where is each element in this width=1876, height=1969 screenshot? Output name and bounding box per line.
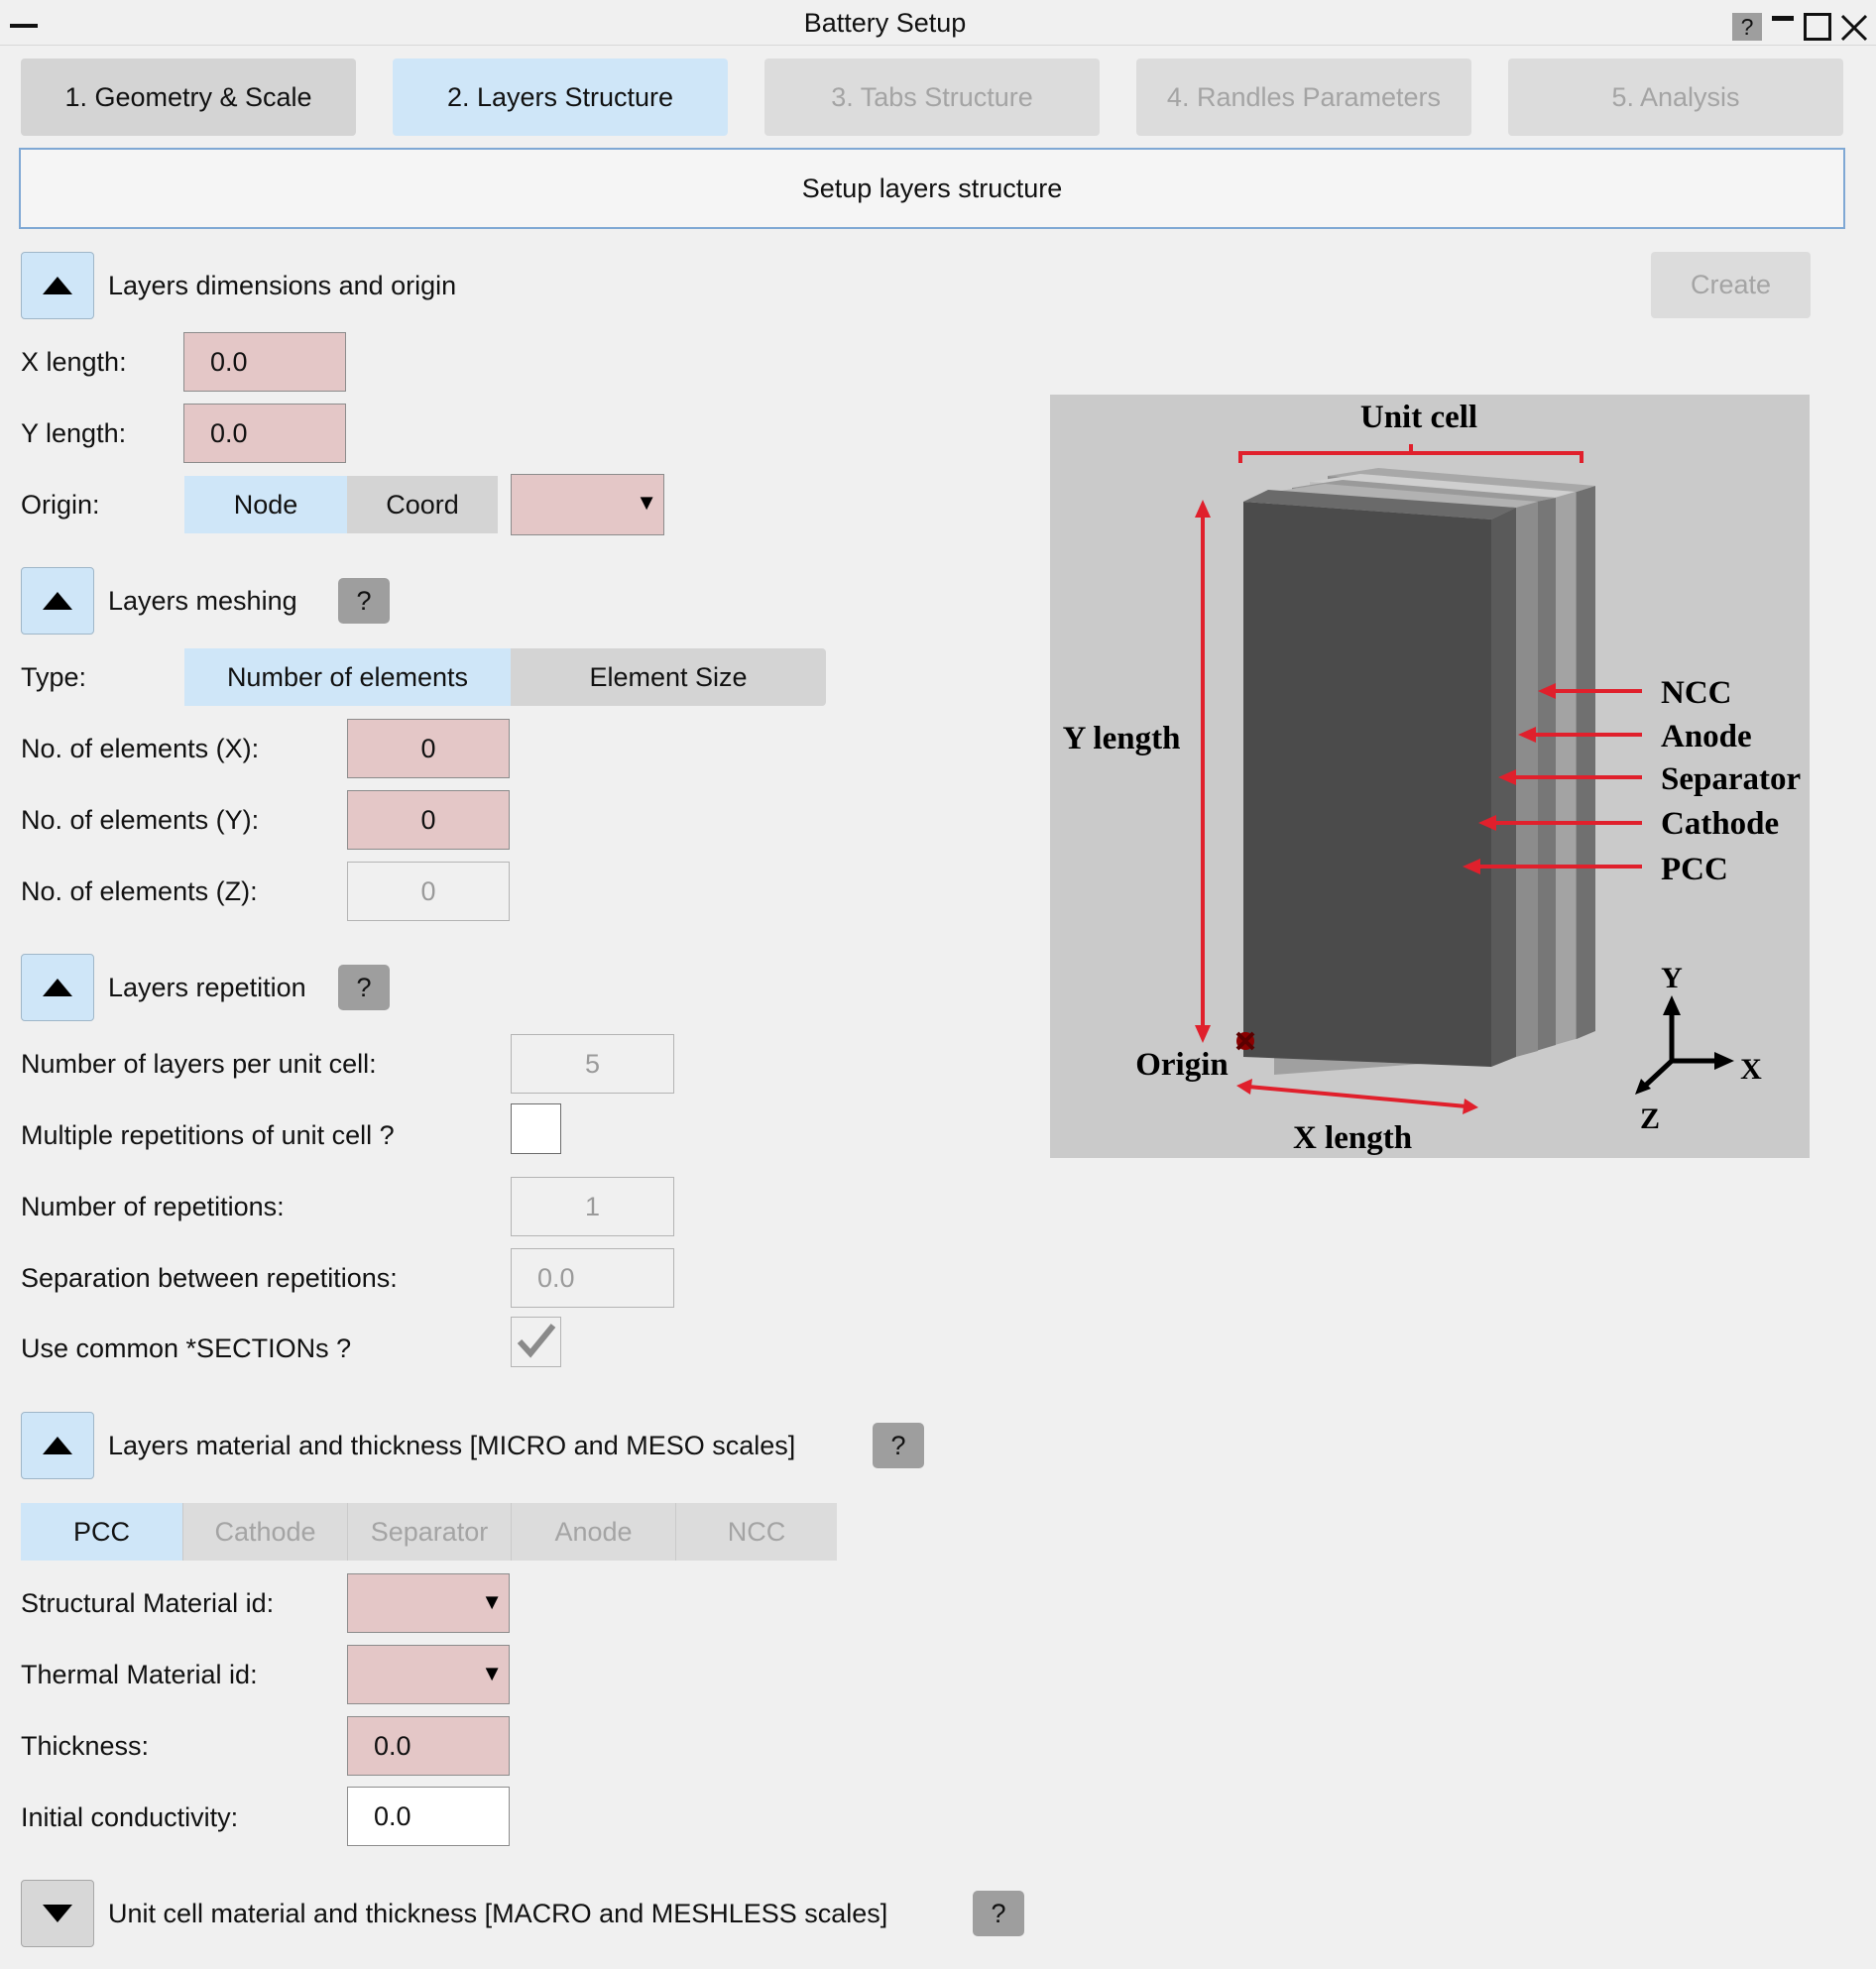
tab-tabs-structure[interactable]: 3. Tabs Structure xyxy=(764,58,1100,136)
tab-layers-structure[interactable]: 2. Layers Structure xyxy=(393,58,728,136)
material-help-button[interactable]: ? xyxy=(873,1423,924,1468)
minimize-icon[interactable] xyxy=(1772,16,1794,21)
chevron-up-icon xyxy=(43,592,72,610)
repetition-help-button[interactable]: ? xyxy=(338,965,390,1010)
multiple-repetitions-label: Multiple repetitions of unit cell ? xyxy=(21,1120,395,1150)
tab-analysis[interactable]: 5. Analysis xyxy=(1508,58,1843,136)
expand-unitcell-button[interactable] xyxy=(21,1880,94,1947)
layer-tab-anode[interactable]: Anode xyxy=(511,1503,675,1561)
common-sections-label: Use common *SECTIONs ? xyxy=(21,1333,352,1363)
section-unitcell-title: Unit cell material and thickness [MACRO … xyxy=(108,1899,888,1928)
section-repetition-title: Layers repetition xyxy=(108,973,306,1002)
num-repetitions-input[interactable]: 1 xyxy=(511,1177,674,1236)
create-button[interactable]: Create xyxy=(1651,252,1811,318)
title-bar: Battery Setup ? xyxy=(0,0,1876,46)
unitcell-help-button[interactable]: ? xyxy=(973,1891,1024,1936)
collapse-material-button[interactable] xyxy=(21,1412,94,1479)
diagram-axis-z: Z xyxy=(1640,1102,1660,1135)
diagram-origin-label: Origin xyxy=(1135,1047,1229,1083)
window-title: Battery Setup xyxy=(803,8,967,38)
diagram-layer-separator: Separator xyxy=(1661,761,1801,797)
dropdown-arrow-icon: ▼ xyxy=(636,490,657,515)
tab-randles-parameters[interactable]: 4. Randles Parameters xyxy=(1136,58,1471,136)
thickness-label: Thickness: xyxy=(21,1731,150,1761)
x-length-label: X length: xyxy=(21,347,127,377)
multiple-repetitions-checkbox[interactable] xyxy=(511,1103,561,1154)
checkmark-icon xyxy=(517,1324,556,1358)
section-meshing-title: Layers meshing xyxy=(108,586,297,616)
layer-tab-ncc[interactable]: NCC xyxy=(675,1503,837,1561)
thickness-input[interactable]: 0.0 xyxy=(347,1716,510,1776)
ny-label: No. of elements (Y): xyxy=(21,805,260,835)
diagram-axis-x: X xyxy=(1740,1053,1762,1086)
section-material-title: Layers material and thickness [MICRO and… xyxy=(108,1431,796,1460)
setup-banner: Setup layers structure xyxy=(19,148,1845,229)
separation-input[interactable]: 0.0 xyxy=(511,1248,674,1308)
mesh-type-label: Type: xyxy=(21,662,87,692)
chevron-up-icon xyxy=(43,979,72,996)
maximize-icon[interactable] xyxy=(1804,13,1831,41)
diagram-layer-ncc: NCC xyxy=(1661,675,1732,711)
nx-label: No. of elements (X): xyxy=(21,734,260,763)
num-repetitions-label: Number of repetitions: xyxy=(21,1192,285,1221)
help-icon[interactable]: ? xyxy=(1732,13,1762,41)
close-icon[interactable] xyxy=(1839,13,1869,43)
meshing-help-button[interactable]: ? xyxy=(338,578,390,624)
diagram-axis-y: Y xyxy=(1661,962,1683,994)
diagram-layer-cathode: Cathode xyxy=(1661,806,1779,842)
structural-material-label: Structural Material id: xyxy=(21,1588,275,1618)
diagram-layer-anode: Anode xyxy=(1661,719,1752,754)
collapse-repetition-button[interactable] xyxy=(21,954,94,1021)
origin-marker-icon xyxy=(1235,1031,1255,1051)
y-length-input[interactable]: 0.0 xyxy=(183,404,346,463)
setup-banner-text: Setup layers structure xyxy=(801,173,1063,203)
separation-label: Separation between repetitions: xyxy=(21,1263,398,1293)
x-length-input[interactable]: 0.0 xyxy=(183,332,346,392)
diagram-layer-pcc: PCC xyxy=(1661,852,1728,887)
layer-tab-pcc[interactable]: PCC xyxy=(21,1503,182,1561)
collapse-dimensions-button[interactable] xyxy=(21,252,94,319)
origin-select[interactable]: ▼ xyxy=(511,474,664,535)
chevron-up-icon xyxy=(43,277,72,294)
collapse-meshing-button[interactable] xyxy=(21,567,94,635)
common-sections-checkbox[interactable] xyxy=(511,1317,561,1367)
layer-tab-separator[interactable]: Separator xyxy=(347,1503,511,1561)
thermal-material-select[interactable]: ▼ xyxy=(347,1645,510,1704)
y-length-label: Y length: xyxy=(21,418,127,448)
diagram-y-length-label: Y length xyxy=(1063,721,1181,756)
structural-material-select[interactable]: ▼ xyxy=(347,1573,510,1633)
layer-tab-cathode[interactable]: Cathode xyxy=(182,1503,347,1561)
nx-input[interactable]: 0 xyxy=(347,719,510,778)
origin-label: Origin: xyxy=(21,490,100,520)
diagram-x-length-label: X length xyxy=(1293,1120,1412,1156)
chevron-down-icon xyxy=(43,1905,72,1922)
dropdown-arrow-icon: ▼ xyxy=(481,1661,503,1685)
section-dimensions-title: Layers dimensions and origin xyxy=(108,271,457,300)
conductivity-label: Initial conductivity: xyxy=(21,1802,239,1832)
origin-coord-option[interactable]: Coord xyxy=(347,476,498,533)
diagram-unit-cell-label: Unit cell xyxy=(1360,400,1477,435)
layers-per-cell-label: Number of layers per unit cell: xyxy=(21,1049,377,1079)
conductivity-input[interactable]: 0.0 xyxy=(347,1787,510,1846)
nz-input[interactable]: 0 xyxy=(347,862,510,921)
mesh-type-number-option[interactable]: Number of elements xyxy=(184,648,511,706)
layers-per-cell-input[interactable]: 5 xyxy=(511,1034,674,1094)
axes-triad-icon xyxy=(1635,995,1734,1095)
mesh-type-size-option[interactable]: Element Size xyxy=(511,648,826,706)
tab-geometry-scale[interactable]: 1. Geometry & Scale xyxy=(21,58,356,136)
layer-diagram: Unit cell Y length Origin X length NCC A… xyxy=(1050,395,1810,1158)
thermal-material-label: Thermal Material id: xyxy=(21,1660,258,1689)
ny-input[interactable]: 0 xyxy=(347,790,510,850)
chevron-up-icon xyxy=(43,1437,72,1454)
dropdown-arrow-icon: ▼ xyxy=(481,1589,503,1614)
nz-label: No. of elements (Z): xyxy=(21,876,258,906)
origin-node-option[interactable]: Node xyxy=(184,476,347,533)
